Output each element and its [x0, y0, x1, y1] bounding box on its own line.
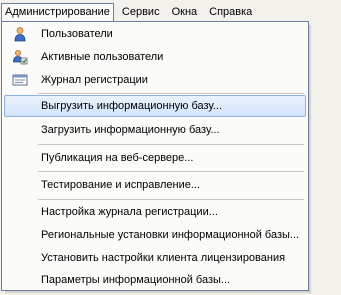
menu-windows-label: Окна — [171, 6, 198, 18]
menu-item-test-repair-label: Тестирование и исправление... — [41, 179, 201, 191]
menu-item-test-repair[interactable]: Тестирование и исправление... — [4, 174, 306, 196]
menu-bar: Администрирование Сервис Окна Справка — [0, 0, 341, 23]
menu-item-infobase-parameters-label: Параметры информационной базы... — [41, 274, 231, 286]
menu-item-log-journal-label: Журнал регистрации — [41, 74, 148, 86]
menu-item-log-journal[interactable]: Журнал регистрации — [4, 69, 306, 91]
administration-dropdown: Пользователи Активные пользователи Журна… — [1, 21, 309, 291]
menu-item-infobase-parameters[interactable]: Параметры информационной базы... — [4, 269, 306, 291]
menu-item-import-infobase[interactable]: Загрузить информационную базу... — [4, 119, 306, 141]
menu-administration[interactable]: Администрирование — [1, 3, 114, 23]
menu-item-web-publish[interactable]: Публикация на веб-сервере... — [4, 147, 306, 169]
menu-item-web-publish-label: Публикация на веб-сервере... — [41, 152, 194, 164]
menu-item-license-client-settings[interactable]: Установить настройки клиента лицензирова… — [4, 247, 306, 269]
menu-item-users-label: Пользователи — [41, 28, 113, 40]
menu-separator — [38, 144, 304, 145]
menu-item-export-infobase[interactable]: Выгрузить информационную базу... — [4, 95, 306, 117]
menu-windows[interactable]: Окна — [168, 3, 202, 22]
menu-help-label: Справка — [209, 6, 253, 18]
menu-item-import-infobase-label: Загрузить информационную базу... — [41, 124, 220, 136]
user-icon — [12, 26, 28, 42]
menu-item-users[interactable]: Пользователи — [4, 23, 306, 45]
dropdown-shadow-bottom — [5, 291, 310, 294]
menu-help[interactable]: Справка — [205, 3, 256, 22]
menu-item-regional-settings[interactable]: Региональные установки информационной ба… — [4, 224, 306, 246]
menu-separator — [38, 199, 304, 200]
log-journal-icon — [12, 72, 28, 88]
menu-item-active-users-label: Активные пользователи — [41, 51, 164, 63]
menu-item-log-settings-label: Настройка журнала регистрации... — [41, 206, 218, 218]
menu-administration-label: Администрирование — [5, 6, 110, 18]
menu-item-log-settings[interactable]: Настройка журнала регистрации... — [4, 201, 306, 223]
dropdown-shadow-right — [309, 25, 312, 293]
menu-service-label: Сервис — [121, 6, 160, 18]
menu-item-export-infobase-label: Выгрузить информационную базу... — [41, 100, 222, 112]
menu-item-license-client-settings-label: Установить настройки клиента лицензирова… — [41, 252, 286, 264]
active-users-icon — [12, 49, 28, 65]
menu-item-active-users[interactable]: Активные пользователи — [4, 46, 306, 68]
menu-service[interactable]: Сервис — [118, 3, 164, 22]
menu-separator — [38, 171, 304, 172]
menu-item-regional-settings-label: Региональные установки информационной ба… — [41, 229, 300, 241]
menu-separator — [38, 93, 304, 94]
